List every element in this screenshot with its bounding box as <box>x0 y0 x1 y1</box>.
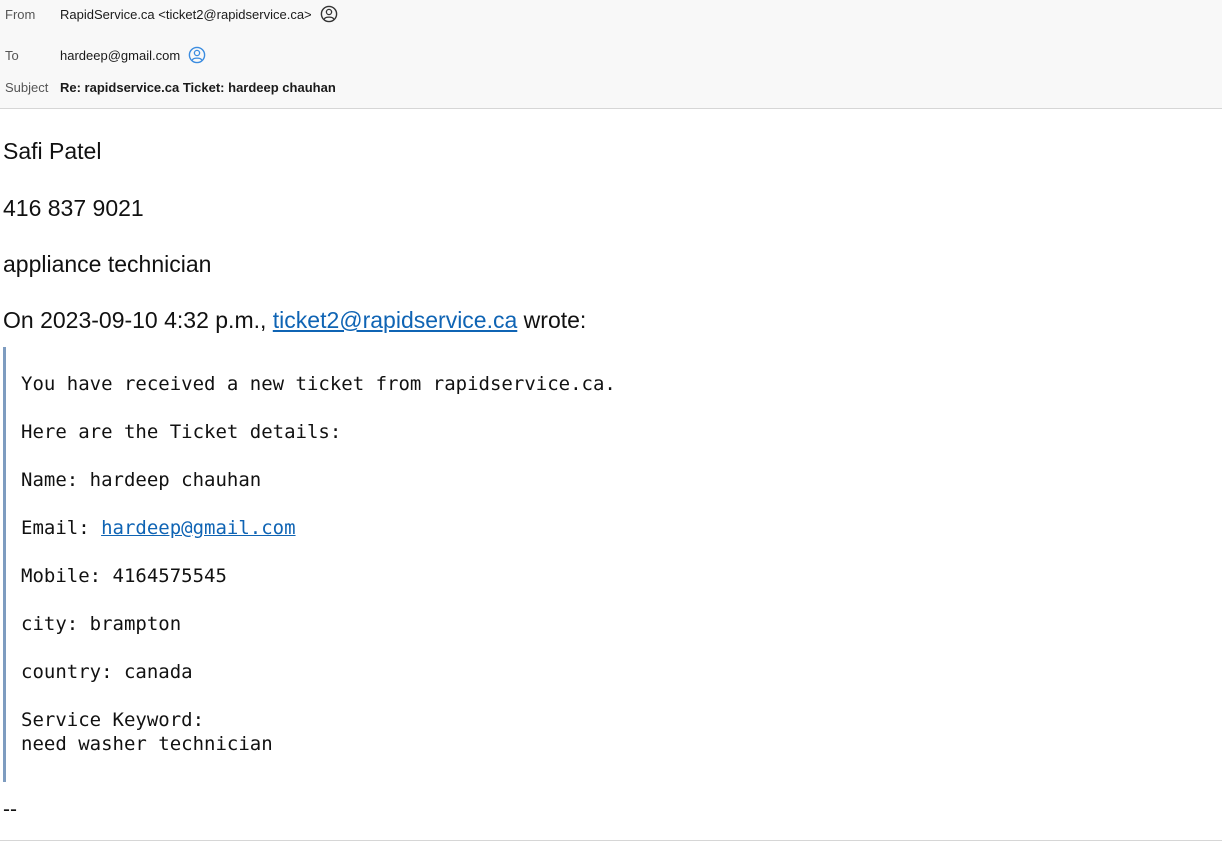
quoted-line-details-heading: Here are the Ticket details: <box>21 421 342 443</box>
attribution-suffix: wrote: <box>517 307 587 333</box>
quoted-line-service-keyword-label: Service Keyword: <box>21 709 205 731</box>
quoted-line-intro: You have received a new ticket from rapi… <box>21 373 616 395</box>
from-label: From <box>5 6 36 22</box>
attribution-prefix: On 2023-09-10 4:32 p.m., <box>3 307 273 333</box>
subject-value-container: Re: rapidservice.ca Ticket: hardeep chau… <box>60 80 336 95</box>
quoted-line-country: country: canada <box>21 661 193 683</box>
subject-text: Re: rapidservice.ca Ticket: hardeep chau… <box>60 79 336 95</box>
customer-email-link[interactable]: hardeep@gmail.com <box>101 517 295 539</box>
signature-phone: 416 837 9021 <box>3 195 144 221</box>
to-label: To <box>5 47 19 63</box>
quoted-line-service-keyword-value: need washer technician <box>21 733 273 755</box>
quoted-message: You have received a new ticket from rapi… <box>3 347 803 782</box>
person-circle-icon[interactable] <box>188 46 206 64</box>
signature-separator: -- <box>3 798 17 821</box>
signature-name: Safi Patel <box>3 138 102 164</box>
from-address[interactable]: RapidService.ca <ticket2@rapidservice.ca… <box>60 7 312 22</box>
signature-title: appliance technician <box>3 251 212 277</box>
email-label: Email: <box>21 517 102 539</box>
person-circle-icon[interactable] <box>320 5 338 23</box>
to-value-container: hardeep@gmail.com <box>60 46 206 64</box>
message-header: From RapidService.ca <ticket2@rapidservi… <box>0 0 1222 109</box>
quoted-line-city: city: brampton <box>21 613 182 635</box>
sender-email-link[interactable]: ticket2@rapidservice.ca <box>273 307 518 333</box>
subject-label: Subject <box>5 79 49 95</box>
quoted-line-email: Email: hardeep@gmail.com <box>21 517 296 539</box>
from-value-container: RapidService.ca <ticket2@rapidservice.ca… <box>60 5 338 23</box>
reply-attribution: On 2023-09-10 4:32 p.m., ticket2@rapidse… <box>3 307 586 334</box>
to-address[interactable]: hardeep@gmail.com <box>60 48 180 63</box>
quoted-line-mobile: Mobile: 4164575545 <box>21 565 227 587</box>
quoted-line-name: Name: hardeep chauhan <box>21 469 262 491</box>
